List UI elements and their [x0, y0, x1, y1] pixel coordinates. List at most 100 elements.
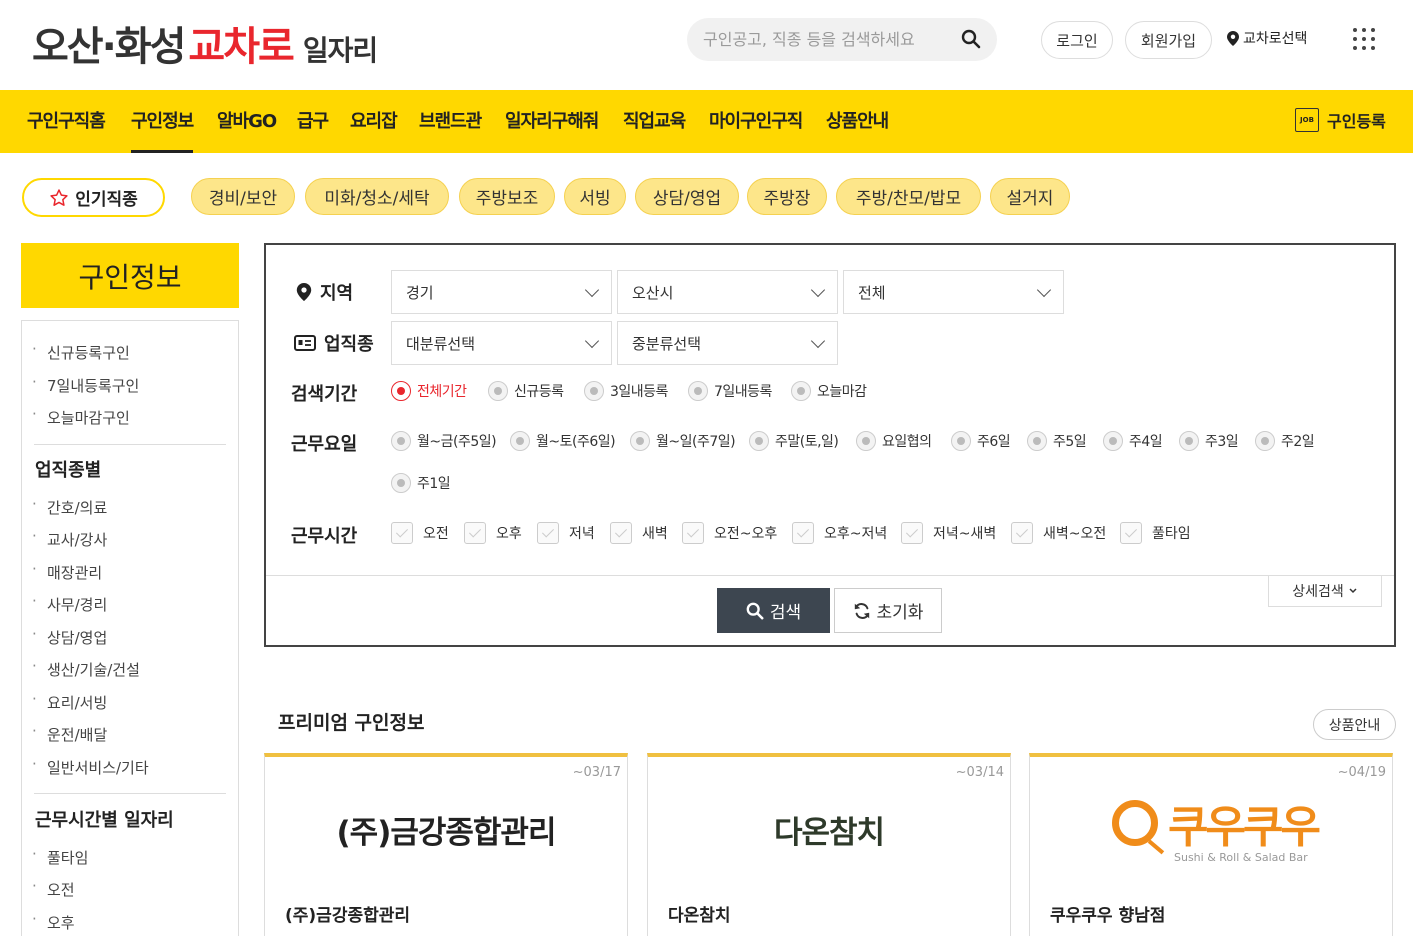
nav-item-products[interactable]: 상품안내	[826, 90, 889, 153]
sidebar-divider	[34, 793, 226, 794]
sidebar-section-work-time: 근무시간별 일자리	[35, 810, 174, 831]
popular-chip[interactable]: 주방보조	[459, 178, 555, 215]
time-checkbox[interactable]: 저녁	[537, 522, 595, 544]
days-radio[interactable]: 주6일	[951, 431, 1011, 451]
time-checkbox[interactable]: 새벽	[610, 522, 668, 544]
time-checkbox[interactable]: 오후~저녁	[792, 522, 887, 544]
location-pin-icon	[1227, 30, 1239, 46]
region-select-button[interactable]: 교차로선택	[1227, 28, 1307, 48]
premium-job-card[interactable]: ~04/19 쿠우쿠우 Sushi & Roll & Salad Bar 쿠우쿠…	[1029, 753, 1393, 936]
days-radio[interactable]: 주2일	[1255, 431, 1315, 451]
sidebar-item-job[interactable]: 사무/경리	[32, 592, 107, 615]
sidebar-item-job[interactable]: 상담/영업	[32, 625, 107, 648]
days-radio[interactable]: 주말(토,일)	[749, 431, 839, 451]
sidebar-item-job[interactable]: 매장관리	[32, 560, 102, 583]
sidebar-item-closing-today[interactable]: 오늘마감구인	[32, 405, 130, 428]
register-job-label: 구인등록	[1327, 112, 1386, 131]
time-checkbox[interactable]: 저녁~새벽	[901, 522, 996, 544]
all-menu-icon[interactable]	[1353, 28, 1377, 52]
time-checkbox[interactable]: 오전	[391, 522, 449, 544]
reset-button[interactable]: 초기화	[834, 588, 942, 633]
days-radio[interactable]: 월~토(주6일)	[510, 431, 616, 451]
logo-main: 오산·화성	[32, 24, 186, 70]
sidebar-item-job[interactable]: 간호/의료	[32, 495, 107, 518]
search-input[interactable]	[703, 18, 953, 61]
days-radio[interactable]: 요일협의	[856, 431, 932, 451]
region-district-select[interactable]: 전체	[843, 270, 1064, 314]
chevron-down-icon	[1349, 588, 1357, 594]
job-category-major-select[interactable]: 대분류선택	[391, 321, 612, 365]
job-category-minor-select[interactable]: 중분류선택	[617, 321, 838, 365]
premium-job-card[interactable]: ~03/17 (주)금강종합관리 (주)금강종합관리	[264, 753, 628, 936]
card-company-name: 다온참치	[668, 906, 731, 926]
nav-item-cook-job[interactable]: 요리잡	[350, 90, 398, 153]
days-radio[interactable]: 주1일	[391, 473, 451, 493]
sidebar-item-job[interactable]: 일반서비스/기타	[32, 755, 149, 778]
period-radio-closing[interactable]: 오늘마감	[791, 381, 867, 401]
card-deadline: ~03/17	[572, 765, 621, 780]
sidebar-item-job[interactable]: 운전/배달	[32, 722, 107, 745]
region-city-select[interactable]: 오산시	[617, 270, 838, 314]
sidebar-item-job[interactable]: 생산/기술/건설	[32, 657, 140, 680]
card-company-name: (주)금강종합관리	[285, 906, 411, 926]
refresh-icon	[854, 602, 869, 619]
nav-item-brand[interactable]: 브랜드관	[419, 90, 482, 153]
premium-guide-button[interactable]: 상품안내	[1313, 709, 1396, 740]
sidebar-item-job[interactable]: 요리/서빙	[32, 690, 107, 713]
kk-logo-subtitle: Sushi & Roll & Salad Bar	[1174, 851, 1308, 864]
detail-search-button[interactable]: 상세검색	[1268, 576, 1382, 607]
popular-jobs-label: 인기직종	[75, 190, 138, 210]
popular-jobs-button[interactable]: 인기직종	[22, 178, 165, 217]
popular-chip[interactable]: 설거지	[990, 178, 1070, 215]
popular-chip[interactable]: 경비/보안	[191, 178, 295, 215]
popular-chip[interactable]: 주방/찬모/밥모	[836, 178, 981, 215]
logo-accent: 교차로	[188, 24, 294, 70]
region-province-select[interactable]: 경기	[391, 270, 612, 314]
popular-chip[interactable]: 미화/청소/세탁	[305, 178, 449, 215]
chevron-down-icon	[810, 282, 826, 298]
nav-item-find-job[interactable]: 일자리구해줘	[505, 90, 599, 153]
days-radio[interactable]: 주3일	[1179, 431, 1239, 451]
nav-item-urgent[interactable]: 급구	[297, 90, 329, 153]
sidebar-item-time[interactable]: 오후	[32, 910, 75, 933]
period-radio-3days[interactable]: 3일내등록	[584, 381, 668, 401]
nav-item-alba-go[interactable]: 알바GO	[217, 90, 277, 153]
nav-item-job-info[interactable]: 구인정보	[131, 90, 194, 153]
site-logo[interactable]: 오산·화성 교차로 일자리	[32, 14, 378, 70]
period-row-label: 검색기간	[291, 384, 358, 405]
days-radio[interactable]: 주5일	[1027, 431, 1087, 451]
search-icon[interactable]	[961, 29, 981, 49]
time-checkbox[interactable]: 풀타임	[1120, 522, 1191, 544]
time-checkbox[interactable]: 새벽~오전	[1011, 522, 1106, 544]
premium-job-card[interactable]: ~03/14 다온참치 다온참치	[647, 753, 1011, 936]
sidebar-item-new[interactable]: 신규등록구인	[32, 340, 130, 363]
period-radio-new[interactable]: 신규등록	[488, 381, 564, 401]
search-button[interactable]: 검색	[717, 588, 830, 633]
period-radio-7days[interactable]: 7일내등록	[688, 381, 772, 401]
region-select-label: 교차로선택	[1243, 31, 1308, 47]
days-radio[interactable]: 월~일(주7일)	[630, 431, 736, 451]
time-checkbox[interactable]: 오후	[464, 522, 522, 544]
popular-chip[interactable]: 주방장	[747, 178, 827, 215]
popular-chip[interactable]: 서빙	[564, 178, 626, 215]
sidebar-item-time[interactable]: 오전	[32, 877, 75, 900]
card-company-logo: (주)금강종합관리	[336, 815, 557, 851]
period-radio-all[interactable]: 전체기간	[391, 381, 467, 401]
chevron-down-icon	[810, 333, 826, 349]
days-radio[interactable]: 월~금(주5일)	[391, 431, 497, 451]
register-job-button[interactable]: JOB 구인등록	[1295, 108, 1386, 132]
time-checkbox[interactable]: 오전~오후	[682, 522, 777, 544]
search-panel: 지역 경기 오산시 전체 업직종 대분류선택 중분류선택 검색기간 전체기간 신…	[264, 243, 1396, 647]
card-company-name: 쿠우쿠우 향남점	[1050, 906, 1166, 926]
days-radio[interactable]: 주4일	[1103, 431, 1163, 451]
popular-chip[interactable]: 상담/영업	[635, 178, 739, 215]
nav-item-education[interactable]: 직업교육	[623, 90, 686, 153]
sidebar-item-job[interactable]: 교사/강사	[32, 527, 107, 550]
login-button[interactable]: 로그인	[1041, 21, 1113, 59]
nav-item-home[interactable]: 구인구직홈	[27, 90, 106, 153]
sidebar-item-time[interactable]: 풀타임	[32, 845, 88, 868]
sidebar-item-7days[interactable]: 7일내등록구인	[32, 373, 139, 396]
signup-button[interactable]: 회원가입	[1125, 21, 1212, 59]
nav-item-my-page[interactable]: 마이구인구직	[709, 90, 803, 153]
kk-q-mark	[1112, 800, 1158, 846]
